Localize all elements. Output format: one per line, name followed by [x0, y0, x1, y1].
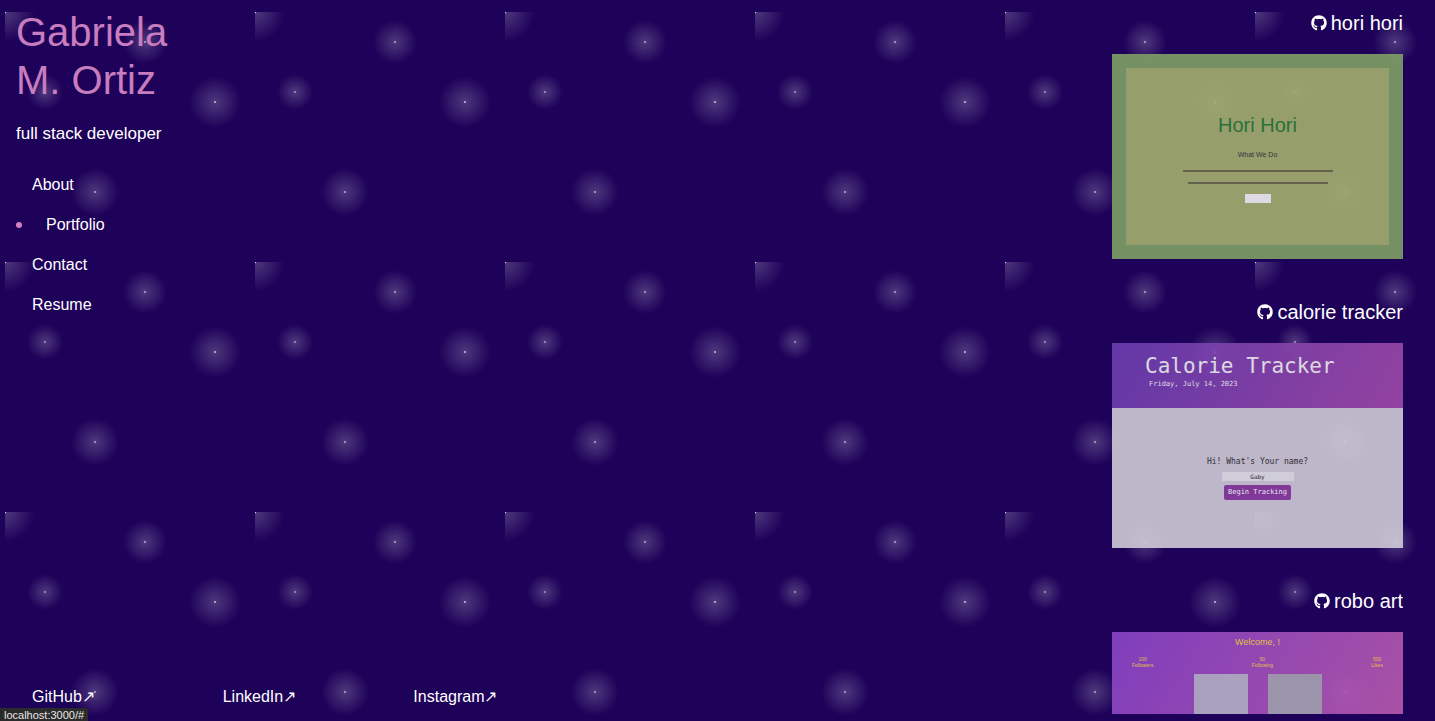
preview-body: Hi! What's Your name? Gaby Begin Tracking — [1112, 408, 1403, 548]
calorie-tracker-preview[interactable]: Calorie TrackerFriday, July 14, 2023Hi! … — [1112, 343, 1403, 548]
nav-item[interactable]: Resume — [16, 285, 604, 325]
robo-art-preview[interactable]: Welcome, ! 100Followers 50Following 500Like… — [1112, 632, 1403, 714]
nav-label: About — [16, 173, 74, 197]
stat-value: 100 — [1139, 656, 1147, 662]
preview-line — [1183, 170, 1333, 172]
preview-input: Gaby — [1222, 472, 1294, 481]
nav-item[interactable]: Portfolio — [16, 205, 604, 245]
preview-stat: 50Following — [1252, 656, 1273, 668]
preview-prompt: Hi! What's Your name? — [1207, 456, 1308, 468]
project-title-text: robo art — [1334, 586, 1403, 616]
preview-stats: 100Followers 50Following 500Likes — [1112, 656, 1403, 668]
nav-label: Portfolio — [46, 213, 105, 237]
social-link[interactable]: Instagram↗ — [413, 685, 604, 709]
preview-line — [1188, 182, 1328, 184]
stat-value: 500 — [1373, 656, 1381, 662]
project-card: hori hori Hori Hori What We Do — [1112, 8, 1403, 259]
project-title-text: hori hori — [1331, 8, 1403, 38]
selected-dot-icon — [16, 222, 22, 228]
nav-label: Resume — [16, 293, 92, 317]
portfolio-page: Gabriela M. Ortiz full stack developer Abo… — [0, 0, 1435, 721]
preview-button: Begin Tracking — [1224, 485, 1291, 500]
project-title-text: calorie tracker — [1277, 297, 1403, 327]
subtitle: full stack developer — [16, 121, 604, 147]
project-card: calorie tracker Calorie TrackerFriday, Ju… — [1112, 297, 1403, 548]
preview-heading: Welcome, ! — [1235, 636, 1280, 650]
nav-list: About Portfolio Contact Resume — [16, 165, 604, 325]
hori-hori-preview[interactable]: Hori Hori What We Do — [1112, 54, 1403, 259]
project-card: robo art Welcome, ! 100Followers 50Followin… — [1112, 586, 1403, 714]
stat-label: Followers — [1132, 662, 1153, 668]
social-link[interactable]: LinkedIn↗ — [223, 685, 414, 709]
preview-header: Calorie TrackerFriday, July 14, 2023 — [1112, 343, 1403, 408]
github-icon — [1257, 304, 1273, 320]
stat-label: Likes — [1371, 662, 1383, 668]
projects-column: hori hori Hori Hori What We Do calorie trac… — [1112, 0, 1403, 714]
preview-heading: Calorie Tracker — [1145, 353, 1370, 379]
project-title[interactable]: hori hori — [1112, 8, 1403, 38]
status-bar: localhost:3000/# — [0, 708, 88, 721]
social-links: GitHub↗LinkedIn↗Instagram↗ — [16, 685, 604, 709]
stat-value: 50 — [1260, 656, 1266, 662]
project-title[interactable]: robo art — [1112, 586, 1403, 616]
preview-date: Friday, July 14, 2023 — [1149, 379, 1370, 390]
gallery-image — [1268, 674, 1322, 715]
left-column: Gabriela M. Ortiz full stack developer Abo… — [0, 0, 620, 721]
page-layout: Gabriela M. Ortiz full stack developer Abo… — [0, 0, 1435, 721]
preview-heading: Hori Hori — [1218, 110, 1297, 140]
intro: Gabriela M. Ortiz full stack developer Abo… — [16, 8, 604, 325]
preview-gallery — [1194, 674, 1322, 715]
stat-label: Following — [1252, 662, 1273, 668]
project-title[interactable]: calorie tracker — [1112, 297, 1403, 327]
gallery-image — [1194, 674, 1248, 715]
preview-stat: 100Followers — [1132, 656, 1153, 668]
preview-button — [1245, 194, 1271, 203]
name-heading: Gabriela M. Ortiz — [16, 8, 201, 104]
nav-item[interactable]: About — [16, 165, 604, 205]
preview-subheading: What We Do — [1238, 150, 1278, 161]
nav-label: Contact — [16, 253, 87, 277]
github-icon — [1314, 593, 1330, 609]
preview-stat: 500Likes — [1371, 656, 1383, 668]
nav-item[interactable]: Contact — [16, 245, 604, 285]
social-link[interactable]: GitHub↗ — [32, 685, 223, 709]
github-icon — [1311, 15, 1327, 31]
